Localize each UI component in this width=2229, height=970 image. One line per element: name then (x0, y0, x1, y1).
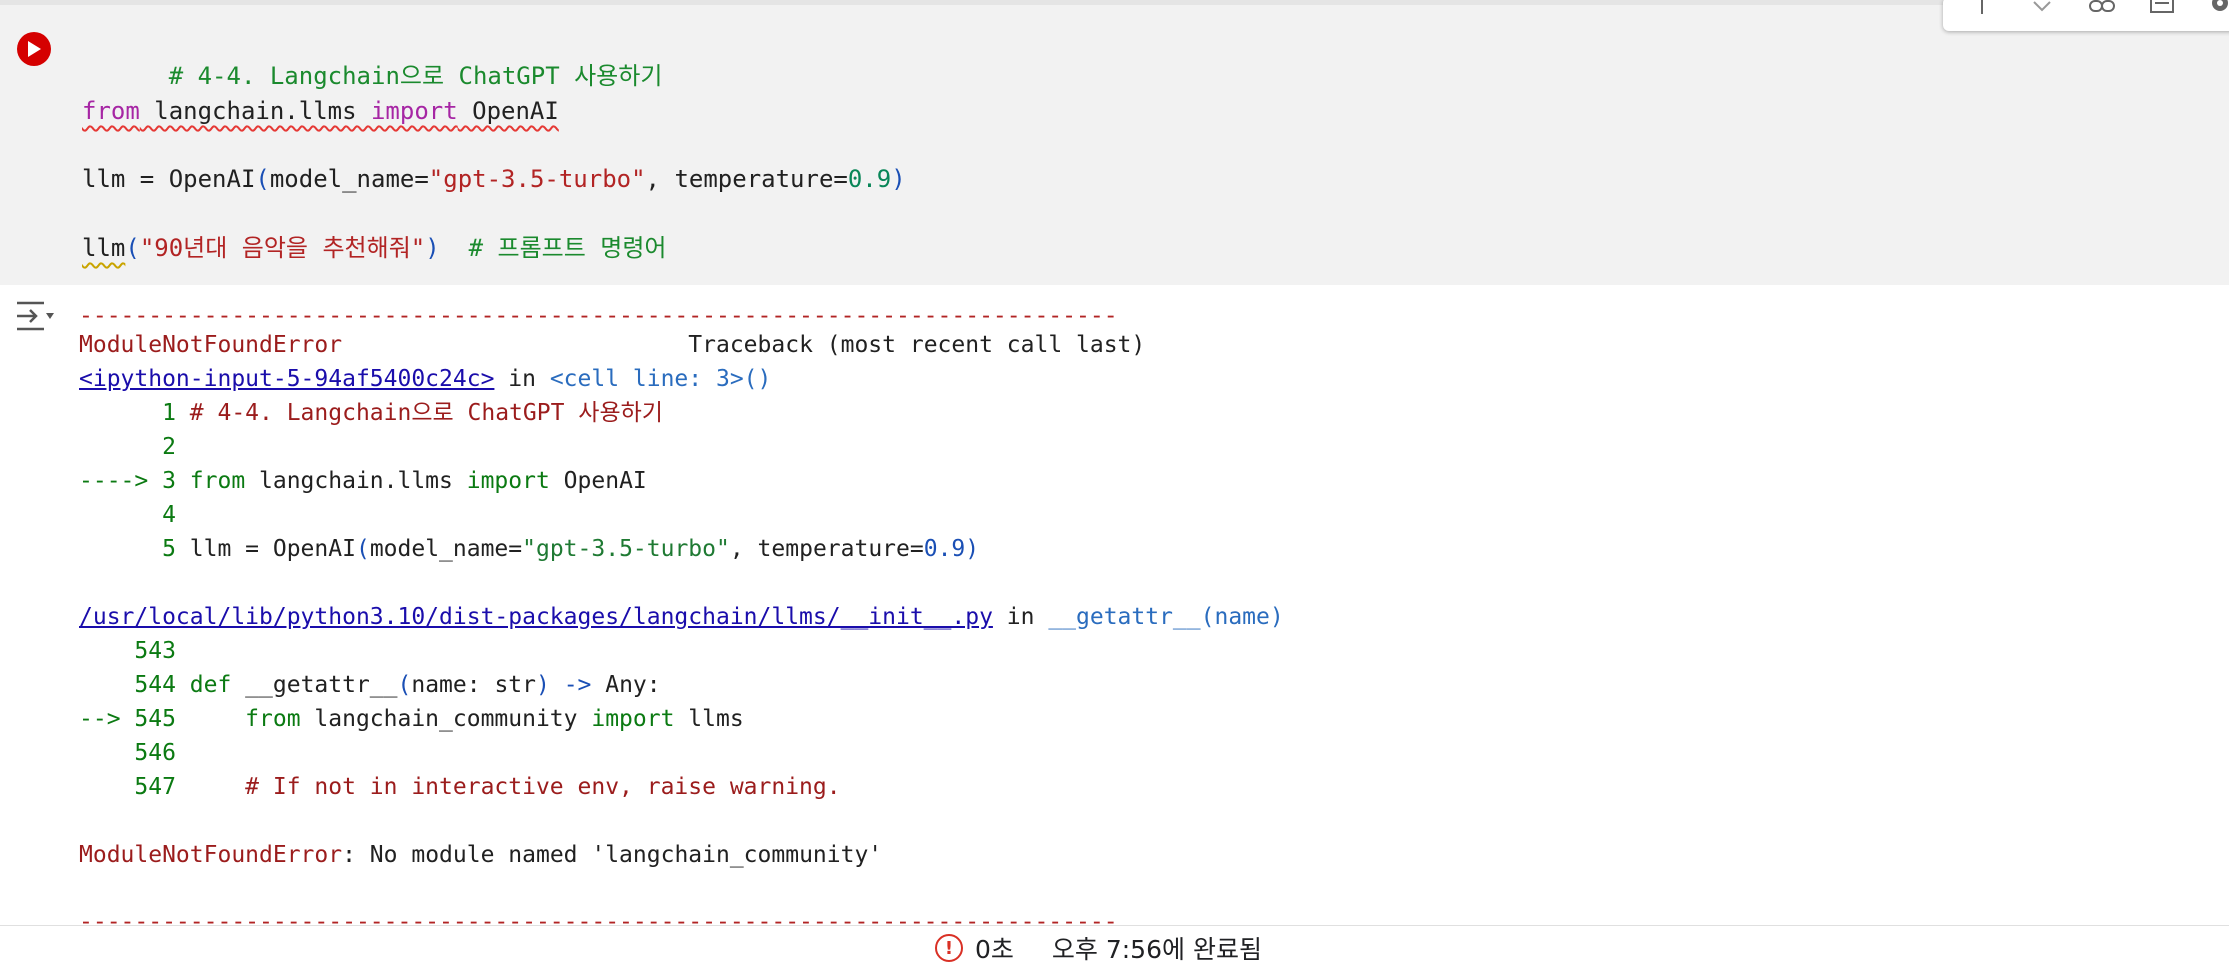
frame-2-line-547: 547 # If not in interactive env, raise w… (79, 770, 841, 804)
frame-in: in (494, 366, 550, 392)
temperature-value: 0.9 (847, 165, 892, 193)
model-string: "gpt-3.5-turbo" (522, 536, 730, 562)
code-comment: # 4-4. Langchain으로 ChatGPT 사용하기 (189, 400, 663, 426)
function-name: __getattr__ (231, 672, 398, 698)
line-number: 547 (79, 774, 190, 800)
keyword-import: import (466, 468, 550, 494)
frame-in: in (992, 604, 1049, 630)
frame-2-line-545: --> 545 from langchain_community import … (79, 702, 744, 736)
final-error-line: ModuleNotFoundError: No module named 'la… (79, 838, 882, 872)
import-name: OpenAI (457, 97, 559, 125)
code-line-2: from langchain.llms import OpenAI (82, 94, 559, 128)
paren-close: ) (891, 165, 906, 193)
import-name: llms (674, 706, 744, 732)
execution-duration: 0초 (975, 935, 1014, 964)
frame-2-line-543: 543 (79, 638, 176, 664)
line-number: 5 (79, 536, 190, 562)
module-name: langchain.llms (139, 97, 371, 125)
code-cell[interactable]: # 4-4. Langchain으로 ChatGPT 사용하기 from lan… (0, 0, 2229, 285)
keyword-def: def (189, 672, 232, 698)
frame-1-link[interactable]: <ipython-input-5-94af5400c24c> (79, 366, 494, 392)
frame-2-location: __getattr__(name) (1048, 604, 1284, 630)
frame-1-line-1: 1 # 4-4. Langchain으로 ChatGPT 사용하기 (79, 396, 663, 430)
paren-close: ) (965, 536, 980, 562)
module-name: langchain.llms (245, 468, 467, 494)
status-bar: ! 0초 오후 7:56에 완료됨 (0, 925, 2229, 970)
keyword-import: import (370, 97, 458, 125)
cell-output: ----------------------------------------… (0, 285, 2229, 935)
keyword-import: import (591, 706, 675, 732)
return-type: Any: (591, 672, 661, 698)
code-comment: # If not in interactive env, raise warni… (189, 774, 841, 800)
error-name: ModuleNotFoundError (79, 332, 343, 358)
traceback-label: Traceback (most recent call last) (342, 332, 1146, 358)
arg-name: model_name= (269, 165, 429, 193)
paren-close: ) (425, 234, 440, 262)
frame-1-header: <ipython-input-5-94af5400c24c> in <cell … (79, 362, 771, 396)
arg-separator: , temperature= (729, 536, 924, 562)
model-string: "gpt-3.5-turbo" (428, 165, 646, 193)
code-line-3: llm = OpenAI(model_name="gpt-3.5-turbo",… (82, 162, 906, 196)
return-arrow: -> (549, 672, 592, 698)
paren-open: ( (255, 165, 270, 193)
error-arrow: --> 545 (79, 706, 190, 732)
error-arrow: ----> 3 (79, 468, 190, 494)
frame-2-line-544: 544 def __getattr__(name: str) -> Any: (79, 668, 661, 702)
play-icon (28, 41, 41, 57)
output-options-icon[interactable] (14, 297, 56, 335)
paren-open: ( (397, 672, 412, 698)
code-editor[interactable]: # 4-4. Langchain으로 ChatGPT 사용하기 from lan… (82, 5, 2229, 285)
code-line-4: llm("90년대 음악을 추천해줘") # 프롬프트 명령어 (82, 231, 667, 265)
arg-name: model_name= (369, 536, 523, 562)
llm-call: llm (82, 234, 126, 262)
gear-icon[interactable] (2203, 0, 2229, 23)
frame-1-line-4: 4 (79, 502, 176, 528)
paren-close: ) (535, 672, 550, 698)
frame-1-line-3: ----> 3 from langchain.llms import OpenA… (79, 464, 647, 498)
cell-toolbar (1943, 0, 2229, 31)
prompt-string: "90년대 음악을 추천해줘" (139, 234, 426, 262)
paren-open: ( (125, 234, 140, 262)
frame-2-header: /usr/local/lib/python3.10/dist-packages/… (79, 600, 1284, 634)
assignment: llm = OpenAI (82, 165, 256, 193)
line-number: 1 (79, 400, 190, 426)
frame-1-line-5: 5 llm = OpenAI(model_name="gpt-3.5-turbo… (79, 532, 979, 566)
keyword-from: from (189, 706, 301, 732)
code-comment: # 4-4. Langchain으로 ChatGPT 사용하기 (168, 62, 663, 90)
arrow-down-icon[interactable] (2025, 0, 2059, 23)
function-args: name: str (411, 672, 536, 698)
import-name: OpenAI (549, 468, 647, 494)
code-comment: # 프롬프트 명령어 (439, 234, 667, 262)
error-name: ModuleNotFoundError (79, 842, 343, 868)
error-message: : No module named 'langchain_community' (342, 842, 883, 868)
line-number: 544 (79, 672, 190, 698)
arrow-up-icon[interactable] (1965, 0, 1999, 23)
paren-open: ( (355, 536, 370, 562)
frame-1-location: <cell line: 3>() (549, 366, 772, 392)
assignment: llm = OpenAI (189, 536, 356, 562)
error-circle-icon: ! (935, 934, 963, 962)
traceback-header: ModuleNotFoundError Traceback (most rece… (79, 328, 1145, 362)
arg-separator: , temperature= (645, 165, 848, 193)
comment-icon[interactable] (2145, 0, 2179, 23)
keyword-from: from (189, 468, 246, 494)
module-name: langchain_community (300, 706, 592, 732)
execution-status[interactable]: ! 0초 오후 7:56에 완료됨 (935, 932, 1262, 964)
frame-2-line-546: 546 (79, 740, 176, 766)
link-icon[interactable] (2085, 0, 2119, 23)
keyword-from: from (82, 97, 140, 125)
run-cell-button[interactable] (17, 32, 51, 66)
frame-1-line-2: 2 (79, 434, 176, 460)
completion-time: 오후 7:56에 완료됨 (1051, 935, 1262, 964)
frame-2-link[interactable]: /usr/local/lib/python3.10/dist-packages/… (79, 604, 993, 630)
import-statement: from langchain.llms import OpenAI (82, 97, 559, 125)
temperature-value: 0.9 (923, 536, 966, 562)
